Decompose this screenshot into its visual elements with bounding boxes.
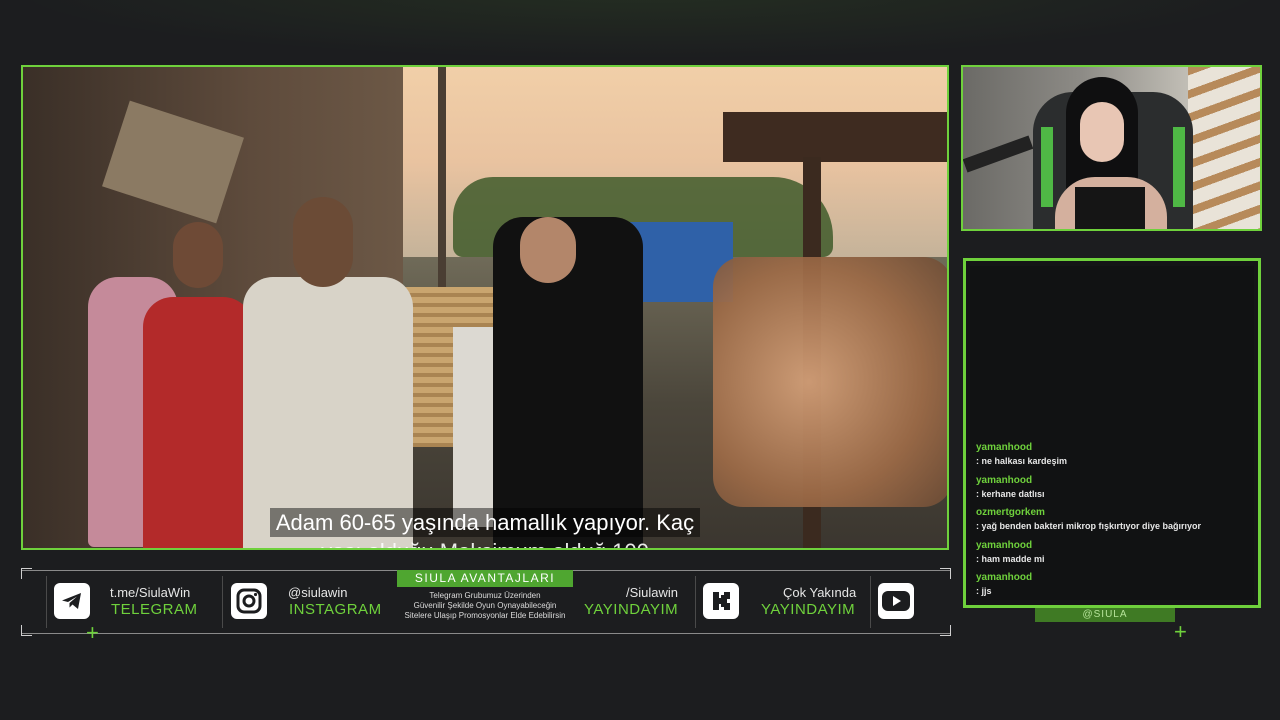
chat-username: ozmertgorkem	[976, 507, 1045, 519]
plus-decoration-icon: +	[1174, 619, 1187, 644]
bar-divider	[870, 576, 871, 628]
video-subtitle: Adam 60-65 yaşında hamallık yapıyor. Kaç	[23, 508, 947, 537]
instagram-label: INSTAGRAM	[289, 601, 382, 618]
instagram-handle[interactable]: @siulawin	[288, 585, 347, 600]
bar-corner	[21, 625, 32, 636]
bar-corner	[940, 568, 951, 579]
promo-line: Telegram Grubumuz Üzerinden	[429, 591, 541, 600]
bar-divider	[695, 576, 696, 628]
chat-text: : jjs	[976, 586, 992, 597]
chat-username: yamanhood	[976, 474, 1033, 486]
video-pole	[438, 67, 446, 307]
chat-username: yamanhood	[976, 539, 1033, 551]
video-person-head	[293, 197, 353, 287]
video-subtitle-cutoff: yaşı olduğu Maksimum olduğ 100	[23, 539, 947, 548]
webcam-stairs	[1188, 67, 1260, 229]
chat-username: yamanhood	[976, 442, 1033, 453]
promo-line: Güvenilir Şekilde Oyun Oynayabileceğin	[413, 601, 557, 610]
chat-message: yamanhood : ham madde mi	[976, 539, 1256, 572]
bar-divider	[46, 576, 47, 628]
video-presenter-head	[520, 217, 576, 283]
plus-decoration-icon: +	[86, 620, 99, 645]
chat-messages: yamanhood : ne halkası kardeşim yamanhoo…	[976, 441, 1256, 604]
webcam-streamer-face	[1080, 102, 1124, 162]
bar-corner	[21, 568, 32, 579]
chat-text: : kerhane datlısı	[976, 488, 1045, 499]
youtube-icon[interactable]	[878, 583, 914, 619]
webcam-chair-accent	[1041, 127, 1053, 207]
chat-message: ozmertgorkem : yağ benden bakteri mikrop…	[976, 506, 1256, 539]
kick-icon[interactable]	[703, 583, 739, 619]
bar-divider	[222, 576, 223, 628]
webcam-feed	[961, 65, 1262, 231]
chat-channel-tag: @SIULA	[1035, 608, 1175, 622]
promo-line: Sitelere Ulaşıp Promosyonlar Elde Edebil…	[404, 611, 566, 620]
webcam-mic	[963, 135, 1034, 173]
telegram-handle[interactable]: t.me/SiulaWin	[110, 585, 190, 600]
chat-text: : ham madde mi	[976, 553, 1045, 564]
promo-title: SIULA AVANTAJLARI	[397, 570, 573, 587]
subtitle-line-1: Adam 60-65 yaşında hamallık yapıyor. Kaç	[269, 508, 701, 537]
chat-username: yamanhood	[976, 572, 1033, 584]
video-person-head	[173, 222, 223, 288]
top-glow	[0, 0, 1280, 60]
chat-message: yamanhood : ne halkası kardeşim	[976, 441, 1256, 474]
chat-text: : yağ benden bakteri mikrop fışkırtıyor …	[976, 521, 1202, 532]
video-snack-bags	[713, 257, 947, 507]
youtube-status[interactable]: Çok Yakında	[783, 585, 856, 600]
video-stall-roof	[723, 112, 947, 162]
chat-text: : ne halkası kardeşim	[976, 456, 1068, 466]
chat-message: yamanhood : jjs	[976, 571, 1256, 604]
kick-handle[interactable]: /Siulawin	[626, 585, 678, 600]
instagram-icon[interactable]	[231, 583, 267, 619]
kick-label: YAYINDAYIM	[584, 601, 679, 618]
webcam-streamer-top	[1075, 187, 1145, 229]
bar-corner	[940, 625, 951, 636]
telegram-label: TELEGRAM	[111, 601, 198, 618]
telegram-icon[interactable]	[54, 583, 90, 619]
promo-text: Telegram Grubumuz Üzerinden Güvenilir Şe…	[392, 591, 578, 621]
main-video[interactable]: Adam 60-65 yaşında hamallık yapıyor. Kaç…	[21, 65, 949, 550]
youtube-label: YAYINDAYIM	[761, 601, 856, 618]
webcam-chair-accent	[1173, 127, 1185, 207]
chat-message: yamanhood : kerhane datlısı	[976, 474, 1256, 507]
